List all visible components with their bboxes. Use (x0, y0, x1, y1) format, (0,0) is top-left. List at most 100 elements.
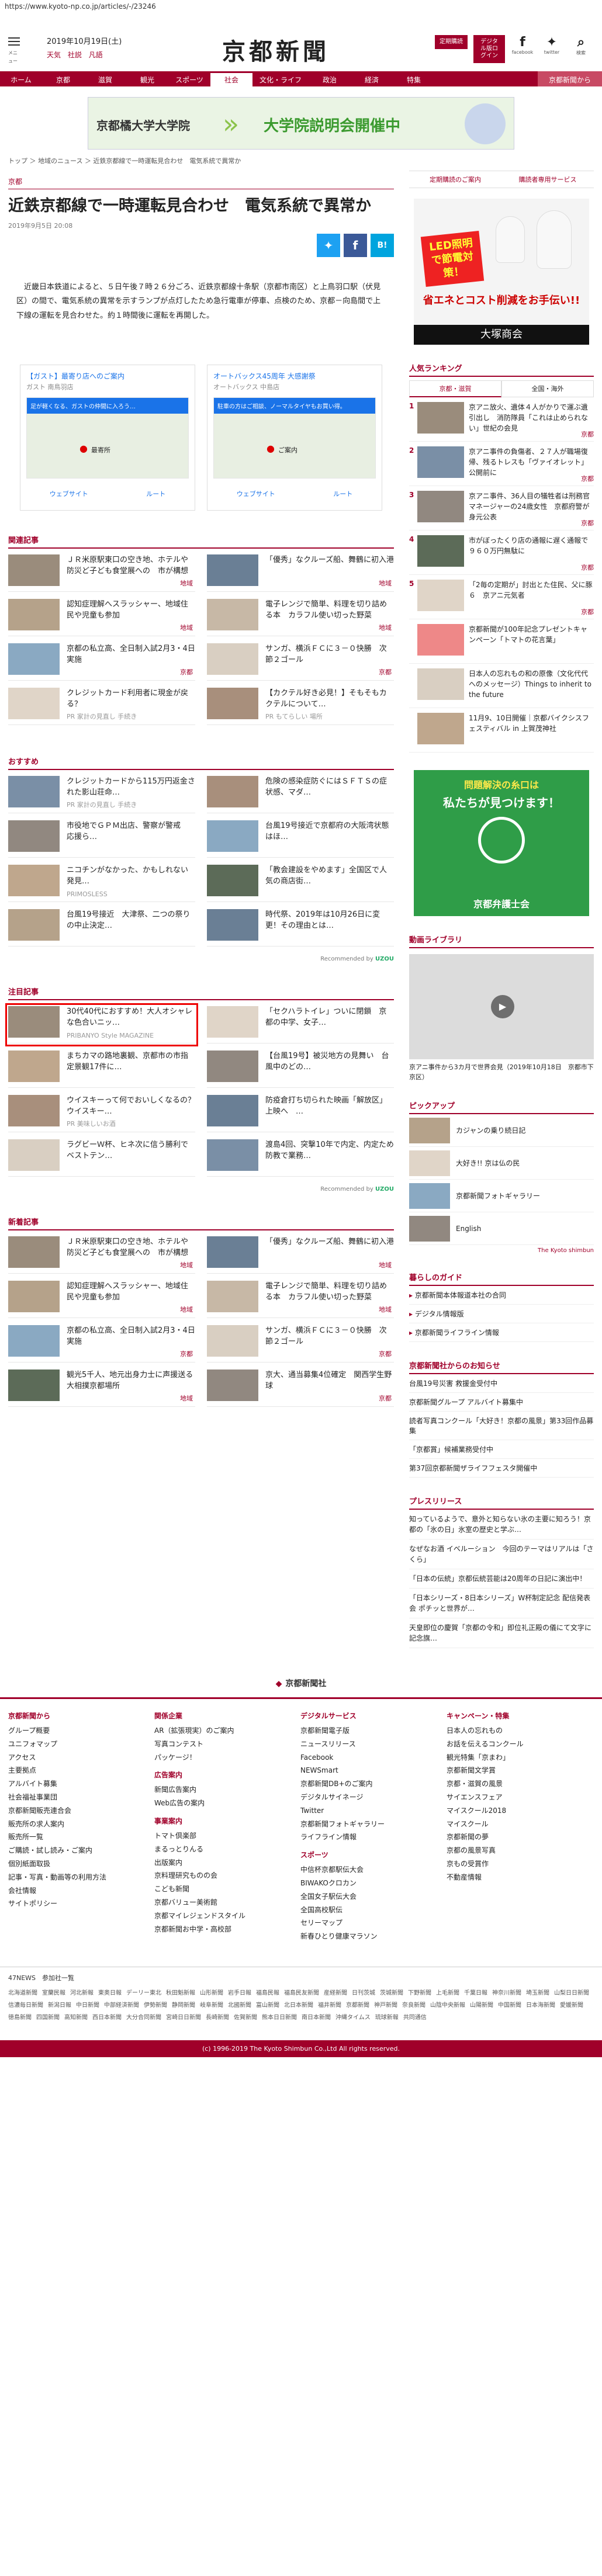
partner-link[interactable]: 中国新聞 (498, 2000, 521, 2009)
ranking-item[interactable]: 日本人の忘れもの和の原像（文化代代へのメッセージ）Things to inher… (409, 664, 594, 708)
press-link[interactable]: 「日本の伝統」京都伝統芸能は20周年の日記に演出中！ (409, 1569, 594, 1589)
ranking-item[interactable]: 3 京アニ事件、36人目の犠牲者は刑務官マネージャーの24歳女性 京都府警が身元公… (409, 486, 594, 531)
footer-link[interactable]: 社会福祉事業団 (8, 1791, 148, 1804)
partner-link[interactable]: 下野新聞 (408, 1988, 431, 1996)
footer-link[interactable]: 主要拠点 (8, 1764, 148, 1777)
pickup-item[interactable]: カジャンの乗り続日記 (409, 1114, 594, 1147)
partner-link[interactable]: 富山新聞 (256, 2000, 279, 2009)
partner-link[interactable]: 熊本日日新聞 (262, 2012, 297, 2021)
partner-link[interactable]: デーリー東北 (126, 1988, 161, 1996)
article-card[interactable]: 「セクハラトイレ」ついに閉鎖 京都の中学、女子… (207, 1006, 394, 1043)
footer-link[interactable]: 日本人の忘れもの (447, 1724, 587, 1738)
address-bar[interactable]: https://www.kyoto-np.co.jp/articles/-/23… (0, 0, 602, 13)
partner-link[interactable]: 埼玉新聞 (526, 1988, 549, 1996)
article-card[interactable]: ニコチンがなかった、かもしれない発見… PRIMOSLESS (8, 864, 195, 902)
partner-link[interactable]: 山陰中央新報 (430, 2000, 465, 2009)
partner-link[interactable]: 信濃毎日新聞 (8, 2000, 43, 2009)
ad-route-button[interactable]: ルート (146, 489, 165, 498)
article-card[interactable]: 京都の私立高、全日制入試2月3・4日実施 京都 (8, 643, 195, 681)
footer-link[interactable]: サイエンスフェア (447, 1791, 587, 1804)
partner-link[interactable]: 愛媛新聞 (560, 2000, 583, 2009)
footer-link[interactable]: 全国高校駅伝 (300, 1904, 441, 1917)
subscribe-button[interactable]: 定期購読 (435, 35, 468, 49)
partner-link[interactable]: 山形新聞 (200, 1988, 223, 1996)
partner-link[interactable]: 高知新聞 (64, 2012, 88, 2021)
article-card[interactable]: 台風19号接近 大津祭、二つの祭りの中止決定… (8, 909, 195, 947)
ad-card-autobacs[interactable]: オートバックス45周年 大感謝祭 オートバックス 中島店 駐車の方はご相談、ノー… (207, 364, 382, 511)
partner-link[interactable]: 河北新報 (70, 1988, 94, 1996)
footer-link[interactable]: グループ概要 (8, 1724, 148, 1738)
partner-link[interactable]: 北海道新聞 (8, 1988, 37, 1996)
partner-link[interactable]: 茨城新聞 (380, 1988, 403, 1996)
info-link[interactable]: 台風19号災害 救援金受付中 (409, 1374, 594, 1393)
partner-link[interactable]: 中部経済新聞 (104, 2000, 139, 2009)
footer-link[interactable]: トマト倶楽部 (154, 1829, 295, 1843)
search-button[interactable]: ⌕ 検索 (569, 35, 593, 56)
footer-link[interactable]: 新聞広告案内 (154, 1783, 295, 1797)
footer-link[interactable]: セリーマップ (300, 1916, 441, 1930)
nav-item-kyoto[interactable]: 京都 (42, 71, 84, 86)
article-card[interactable]: 京大、通当募集4位確定 関西学生野球 京都 (207, 1369, 394, 1407)
article-card[interactable]: ウイスキーって何でおいしくなるの？ウイスキー… PR 美味しいお酒 (8, 1094, 195, 1132)
tab-kyoto-shiga[interactable]: 京都・滋賀 (409, 380, 501, 397)
partner-link[interactable]: 南日本新聞 (302, 2012, 331, 2021)
twitter-button[interactable]: ✦ twitter (540, 35, 563, 55)
footer-link[interactable]: AR（拡張現実）のご案内 (154, 1724, 295, 1738)
sidebar-ad-bengoshi[interactable]: 問題解決の糸口は 私たちが見つけます！ 京都弁護士会 (414, 770, 589, 916)
footer-link[interactable]: マイスクール (447, 1818, 587, 1831)
footer-link[interactable]: 中信杯京都駅伝大会 (300, 1863, 441, 1877)
article-card[interactable]: 市役地でＧＰＭ出店、警察が警戒 応援ら… (8, 820, 195, 858)
nav-item-politics[interactable]: 政治 (309, 71, 351, 86)
footer-link[interactable]: 京都の風景写真 (447, 1844, 587, 1857)
tab-national[interactable]: 全国・海外 (501, 380, 594, 397)
article-card[interactable]: 観光5千人、地元出身力士に声援送る 大相撲京都場所 地域 (8, 1369, 195, 1407)
article-card[interactable]: 「教会建設をやめます」全国区で人気の商店街… (207, 864, 394, 902)
partner-link[interactable]: 岐阜新聞 (200, 2000, 223, 2009)
partner-link[interactable]: 奈良新聞 (402, 2000, 425, 2009)
life-guide-link[interactable]: デジタル情報版 (409, 1305, 594, 1323)
nav-item-shakai[interactable]: 社会 (210, 71, 252, 86)
partner-link[interactable]: 神戸新聞 (374, 2000, 397, 2009)
pickup-item[interactable]: English (409, 1212, 594, 1245)
footer-link[interactable]: 会社情報 (8, 1884, 148, 1898)
footer-link[interactable]: 京都新聞DB+のご案内 (300, 1777, 441, 1791)
partner-link[interactable]: 神奈川新聞 (492, 1988, 521, 1996)
partner-link[interactable]: 山梨日日新聞 (554, 1988, 589, 1996)
partner-link[interactable]: 秋田魁新報 (166, 1988, 195, 1996)
footer-link[interactable]: 販売所の求人案内 (8, 1818, 148, 1831)
footer-link[interactable]: 京都新聞フォトギャラリー (300, 1818, 441, 1831)
article-card[interactable]: 認知症理解へスラッシャー、地域住民や児童も参加 地域 (8, 598, 195, 636)
info-link[interactable]: 第37回京都新聞ザライフフェスタ開催中 (409, 1459, 594, 1478)
partner-link[interactable]: 上毛新聞 (436, 1988, 459, 1996)
footer-link[interactable]: 販売所一覧 (8, 1830, 148, 1844)
footer-link[interactable]: 全国女子駅伝大会 (300, 1890, 441, 1904)
article-card-highlighted[interactable]: 30代40代におすすめ！大人オシャレな色合いニッ… PRIBANYO Style … (5, 1003, 198, 1046)
partner-link[interactable]: 日刊茨城 (352, 1988, 375, 1996)
partner-link[interactable]: 沖縄タイムス (335, 2012, 371, 2021)
partner-link[interactable]: 四国新聞 (36, 2012, 60, 2021)
ad-website-button[interactable]: ウェブサイト (237, 489, 275, 498)
ranking-item[interactable]: 京都新聞が100年記念プレゼントキャンペーン「トマトの花言葉」 (409, 619, 594, 664)
partner-link[interactable]: 大分合同新聞 (126, 2012, 161, 2021)
info-link[interactable]: 読者写真コンクール「大好き！京都の風景」第33回作品募集 (409, 1412, 594, 1440)
info-link[interactable]: 「京都賞」候補業務受付中 (409, 1440, 594, 1459)
article-card[interactable]: 【カクテル好き必見！】そもそもカクテルについて… PR もてらしい 場所 (207, 687, 394, 725)
ad-card-gusto[interactable]: 【ガスト】最寄り店へのご案内 ガスト 南鳥羽店 足が軽くなる、ガストの仲間に入ろ… (20, 364, 195, 511)
partner-link[interactable]: 山陽新聞 (470, 2000, 493, 2009)
footer-link[interactable]: ユニフォマップ (8, 1738, 148, 1751)
pickup-item[interactable]: 大好き!! 京は仏の民 (409, 1147, 594, 1180)
share-facebook-button[interactable]: f (344, 233, 367, 257)
footer-link[interactable]: 出版案内 (154, 1856, 295, 1870)
article-card[interactable]: クレジットカード利用者に現金が戻る？ PR 家計の見直し 手続き (8, 687, 195, 725)
footer-link[interactable]: ライフライン情報 (300, 1830, 441, 1844)
footer-link[interactable]: 新春ひとり健康マラソン (300, 1930, 441, 1943)
press-link[interactable]: なぜなお酒 イベルーション 今回のテーマはリアルは「さくら」 (409, 1540, 594, 1569)
partner-link[interactable]: 京都新聞 (346, 2000, 369, 2009)
press-link[interactable]: 「日本シリーズ・8日本シリーズ」W杯制定記念 配信発表会 ポチッと世界が… (409, 1589, 594, 1618)
footer-link[interactable]: 京都新聞の夢 (447, 1830, 587, 1844)
footer-link[interactable]: サイトポリシー (8, 1897, 148, 1911)
footer-link[interactable]: NEWSmart (300, 1764, 441, 1777)
article-card[interactable]: 時代祭、2019年は10月26日に変更！その理由とは… (207, 909, 394, 947)
footer-link[interactable]: 京都新聞文学賞 (447, 1764, 587, 1777)
nav-item-feature[interactable]: 特集 (393, 71, 435, 86)
